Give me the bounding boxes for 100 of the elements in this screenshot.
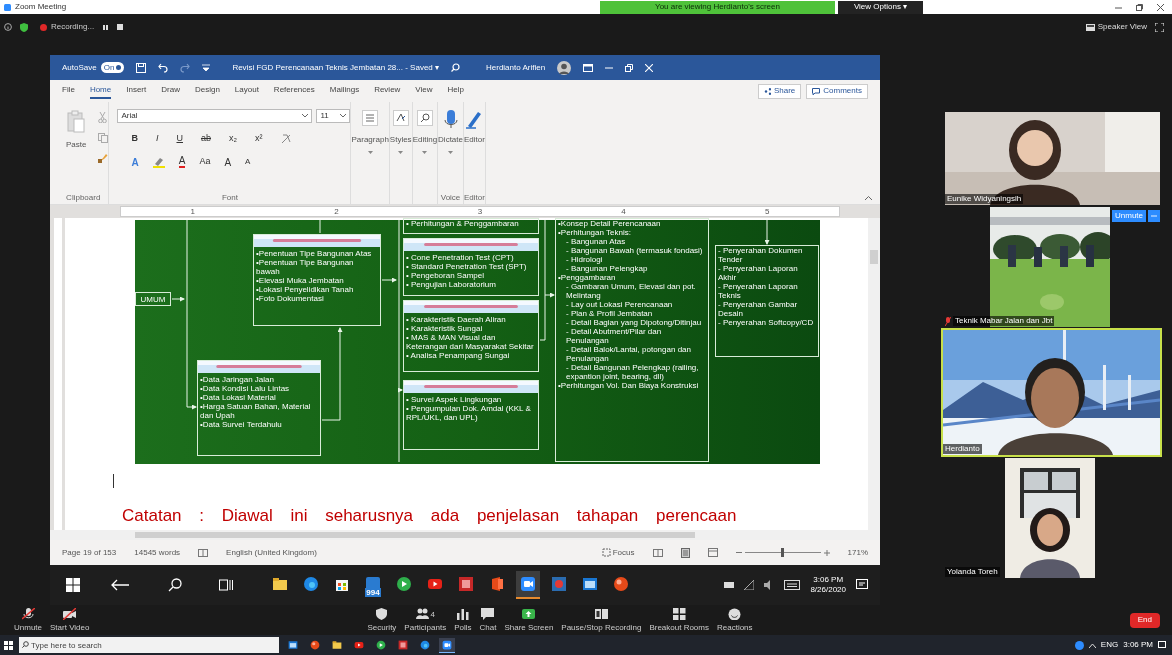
toolbar-button[interactable]: Chat [475, 608, 501, 632]
diagram-list-item: - Penyerahan Laporan Teknis [718, 282, 799, 300]
format-button[interactable]: x₂ [229, 132, 237, 146]
windows-start-icon[interactable] [66, 578, 80, 592]
dropdown-caret-icon[interactable] [302, 114, 309, 118]
ribbon-paragraph-button[interactable]: Paragraph [351, 110, 389, 191]
folder-icon [272, 576, 288, 592]
redo-icon[interactable] [180, 62, 191, 73]
stop-icon[interactable] [117, 24, 124, 30]
app-icon [458, 576, 474, 592]
toolbar-button[interactable]: Polls [450, 608, 476, 632]
dropdown-caret-icon[interactable] [340, 114, 347, 118]
ribbon-tab[interactable]: Mailings [329, 83, 360, 99]
undo-icon[interactable] [158, 62, 169, 73]
view-options-button[interactable]: View Options ▾ [838, 0, 923, 14]
grow-font-button[interactable]: A [224, 154, 232, 170]
print-layout-icon[interactable] [680, 547, 690, 558]
toolbar-button[interactable]: Reactions [713, 608, 757, 632]
share-button[interactable]: Share [757, 83, 802, 99]
search-icon[interactable] [168, 578, 182, 592]
info-icon[interactable] [4, 23, 12, 31]
zoom-out-icon[interactable] [735, 551, 742, 554]
toolbar-button[interactable]: Breakout Rooms [645, 608, 713, 632]
avatar-icon[interactable] [557, 60, 572, 75]
back-arrow-icon[interactable] [111, 579, 129, 591]
format-button[interactable]: U [176, 132, 183, 146]
keyboard-icon[interactable] [784, 580, 801, 590]
input-language[interactable]: ENG [1100, 639, 1119, 651]
toolbar-button[interactable]: Pause/Stop Recording [557, 608, 646, 632]
restore-icon[interactable] [625, 63, 634, 72]
shield-icon[interactable] [20, 22, 28, 32]
ribbon-tab[interactable]: References [273, 83, 315, 99]
format-button[interactable]: B [131, 132, 138, 146]
ribbon-tab[interactable]: View [415, 83, 433, 99]
focus-button[interactable]: Focus [601, 546, 635, 559]
zoom-slider-thumb[interactable] [781, 548, 785, 557]
toolbar-button[interactable]: Share Screen [500, 608, 558, 632]
font-size-field[interactable]: 11 [316, 109, 351, 123]
format-painter-icon[interactable] [98, 153, 109, 163]
fullscreen-icon[interactable] [1155, 22, 1164, 32]
ribbon-tab[interactable]: Layout [234, 83, 259, 99]
share-banner: You are viewing Herdianto's screen [600, 0, 835, 14]
collapse-ribbon-icon[interactable] [865, 196, 872, 200]
ribbon-dictate-button[interactable]: Dictate [438, 110, 463, 191]
ribbon-editor-button[interactable]: Editor [464, 110, 485, 191]
ribbon-tab[interactable]: Insert [126, 83, 147, 99]
taskbar-app-button[interactable]: 994 [361, 571, 385, 599]
diagram-list-item: • MAS & MAN Visual dan Keterangan dari Masyarakat Sekitar [406, 333, 535, 351]
format-button[interactable]: I [155, 132, 159, 146]
taskbar-app-button[interactable] [439, 637, 455, 653]
ribbon-display-icon[interactable] [583, 63, 594, 72]
diagram-list-item: •Lokasi Penyelidikan Tanah [256, 285, 355, 294]
zoom-in-icon[interactable] [823, 549, 830, 556]
font-name-field[interactable]: Arial [117, 109, 313, 123]
search-field[interactable]: Type here to search [19, 637, 279, 653]
autosave-toggle[interactable]: On [100, 62, 125, 73]
text-effects-button[interactable]: A [131, 154, 139, 170]
paste-button[interactable]: Paste [66, 110, 87, 151]
ribbon-editing-button[interactable]: Editing [412, 110, 438, 191]
format-button[interactable]: x² [255, 132, 263, 146]
pause-icon[interactable] [102, 23, 110, 31]
customize-icon[interactable] [202, 64, 211, 71]
comments-button[interactable]: Comments [806, 83, 868, 99]
toolbar-button[interactable]: Start Video [46, 608, 94, 632]
tray-expand-icon[interactable] [1088, 642, 1096, 648]
task-view-icon[interactable] [219, 578, 233, 592]
ruler-number: 2 [334, 207, 339, 216]
ribbon-tab[interactable]: Review [374, 83, 401, 99]
change-case-button[interactable]: Aa [199, 155, 211, 169]
clear-formatting-icon[interactable] [280, 133, 291, 144]
read-mode-icon[interactable] [652, 548, 663, 557]
save-icon[interactable] [136, 62, 147, 73]
restore-icon[interactable] [1136, 3, 1143, 11]
web-layout-icon[interactable] [707, 548, 718, 557]
shrink-font-button[interactable]: A [245, 156, 251, 168]
ribbon-tab[interactable]: Design [194, 83, 220, 99]
taskbar-app-button[interactable] [516, 571, 540, 599]
zoom-tray-icon[interactable] [1074, 640, 1084, 650]
format-button[interactable]: ab [201, 132, 211, 146]
end-meeting-button[interactable]: End [1129, 612, 1160, 628]
notifications-icon[interactable] [1158, 641, 1166, 649]
clock-time: 3:06 PM [813, 575, 844, 585]
ribbon-tab[interactable]: Draw [161, 83, 180, 99]
notifications-icon[interactable] [856, 579, 868, 591]
highlighter-icon[interactable] [152, 156, 165, 168]
ribbon-styles-button[interactable]: Styles [389, 110, 412, 191]
ribbon-tab[interactable]: File [62, 83, 75, 99]
windows-start-icon[interactable] [4, 640, 13, 650]
search-icon[interactable] [451, 63, 460, 72]
toolbar-button[interactable]: Unmute [10, 608, 46, 632]
browser-icon [303, 576, 319, 592]
close-icon[interactable] [1157, 3, 1164, 11]
ribbon-tab[interactable]: Help [447, 83, 464, 99]
ribbon-tab[interactable]: Home [89, 83, 112, 99]
toolbar-button[interactable]: Security [363, 608, 401, 632]
toolbar-button[interactable]: 4 Participants [400, 608, 451, 632]
book-icon[interactable] [198, 548, 209, 557]
font-color-button[interactable]: A [178, 156, 186, 168]
speaker-view-button[interactable]: Speaker View [1085, 21, 1147, 33]
office-icon [489, 576, 505, 592]
